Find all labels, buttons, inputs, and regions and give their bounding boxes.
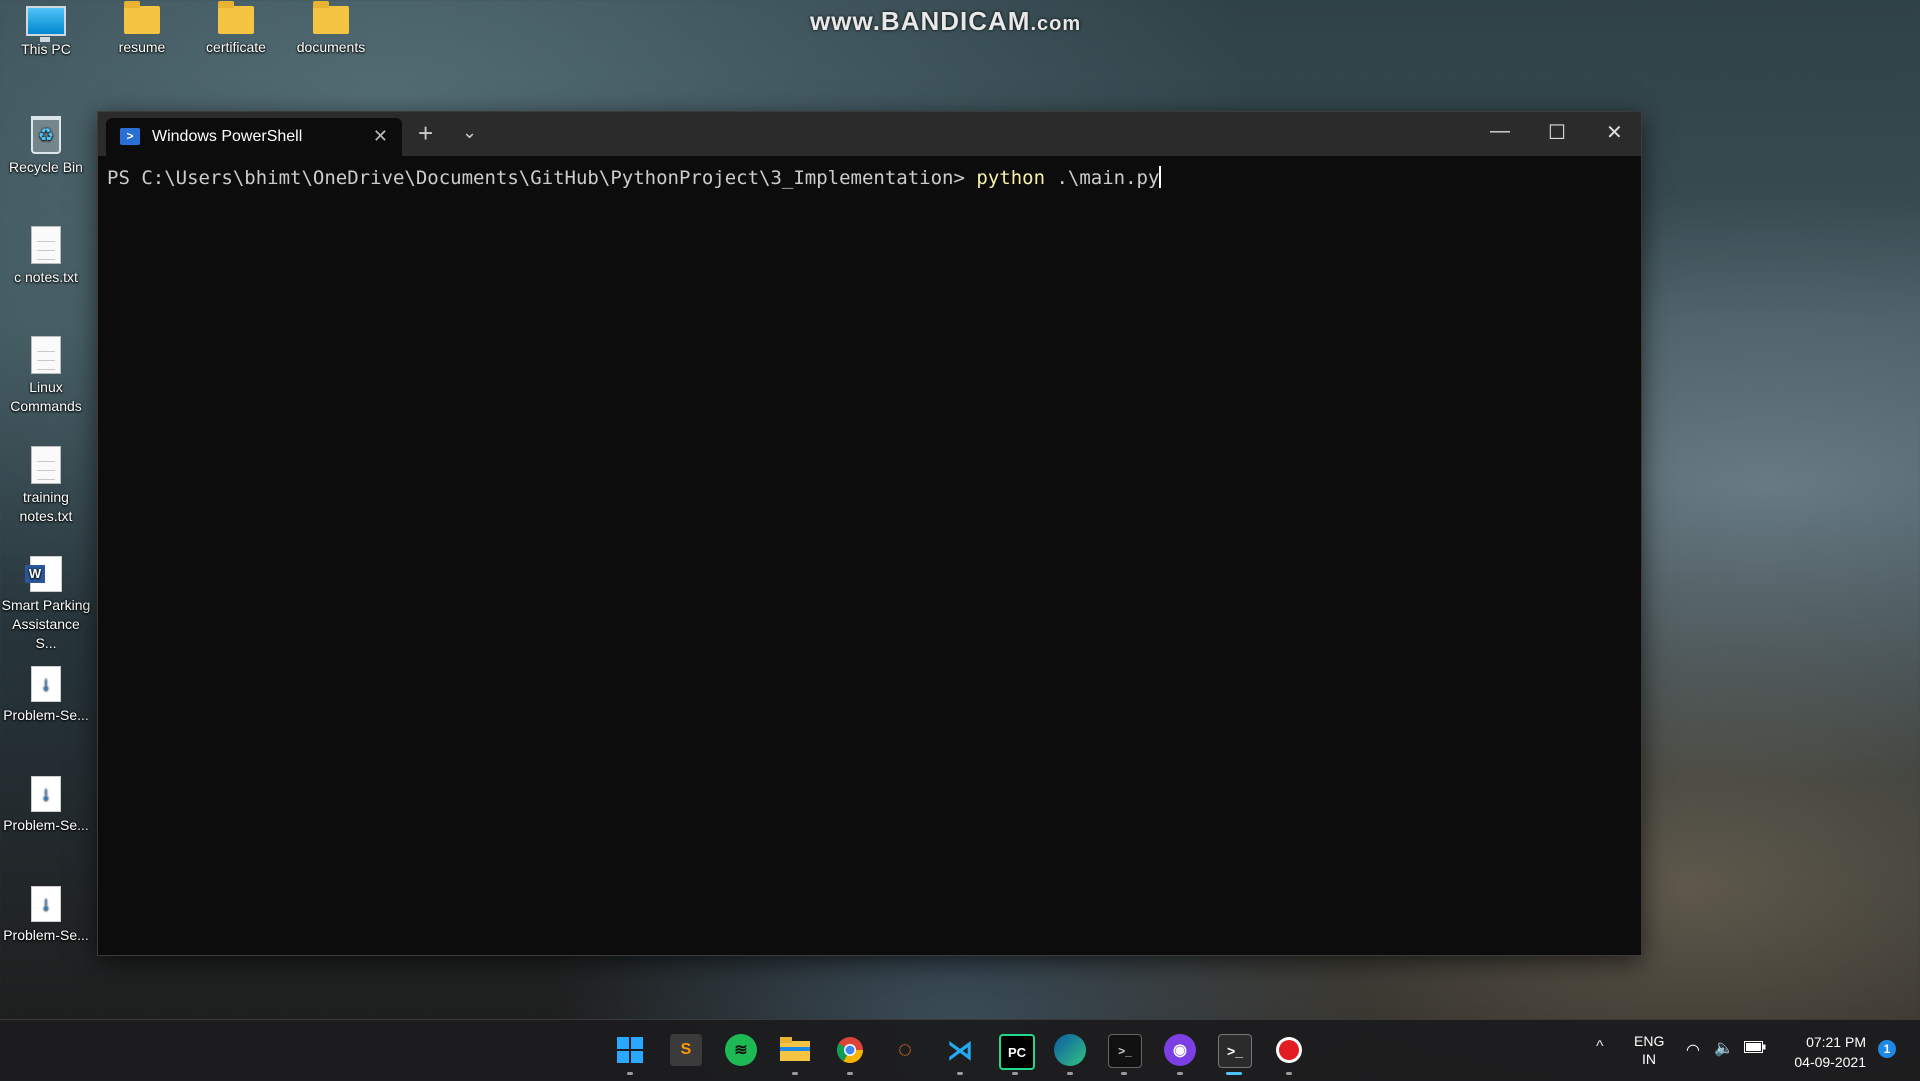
watermark-main: www.BANDICAM bbox=[810, 6, 1031, 36]
running-indicator bbox=[627, 1072, 633, 1075]
running-indicator bbox=[1067, 1072, 1073, 1075]
spotify-icon[interactable]: ≋ bbox=[725, 1034, 757, 1066]
bandicam-watermark: www.BANDICAM.com bbox=[810, 6, 1081, 37]
desktop-icon-c-notes[interactable]: c notes.txt bbox=[0, 226, 92, 287]
desktop-icon-label: Problem-Se... bbox=[3, 817, 89, 833]
desktop-icon-resume[interactable]: resume bbox=[96, 1, 188, 57]
wifi-icon[interactable]: ◠ bbox=[1686, 1040, 1700, 1060]
desktop-icon-label: Recycle Bin bbox=[9, 159, 83, 175]
folder-icon bbox=[218, 1, 254, 34]
github-desktop-icon[interactable]: ◉ bbox=[1164, 1034, 1196, 1066]
clock-date: 04-09-2021 bbox=[1794, 1054, 1866, 1070]
monitor-icon bbox=[26, 6, 66, 42]
desktop-icon-training-notes[interactable]: training notes.txt bbox=[0, 446, 92, 526]
powershell-icon: > bbox=[120, 128, 140, 145]
windows-start-icon[interactable] bbox=[614, 1034, 646, 1066]
file-explorer-icon[interactable] bbox=[779, 1034, 811, 1066]
running-indicator bbox=[1177, 1072, 1183, 1075]
desktop-icon-label: Smart Parking Assistance S... bbox=[1, 597, 91, 651]
running-indicator bbox=[957, 1072, 963, 1075]
watermark-suffix: .com bbox=[1030, 13, 1082, 35]
desktop-icon-label: resume bbox=[118, 39, 166, 55]
text-file-icon bbox=[31, 446, 61, 484]
desktop-icon-label: documents bbox=[296, 39, 366, 55]
language-indicator[interactable]: ENG IN bbox=[1634, 1032, 1664, 1068]
jupyter-icon[interactable]: ◌ bbox=[889, 1034, 921, 1066]
folder-icon bbox=[313, 1, 349, 34]
running-indicator bbox=[847, 1072, 853, 1075]
desktop-icon-label: certificate bbox=[206, 39, 266, 55]
download-file-icon: ↓ bbox=[31, 886, 61, 922]
text-cursor bbox=[1159, 166, 1162, 188]
desktop-icon-certificate[interactable]: certificate bbox=[190, 1, 282, 57]
window-titlebar[interactable]: > Windows PowerShell ✕ + ⌄ — ☐ ✕ bbox=[98, 112, 1641, 156]
close-button[interactable]: ✕ bbox=[1606, 120, 1623, 145]
desktop-icon-label: c notes.txt bbox=[14, 269, 78, 285]
minimize-button[interactable]: — bbox=[1490, 120, 1510, 143]
language-code: ENG bbox=[1634, 1033, 1665, 1049]
edge-icon[interactable] bbox=[1054, 1034, 1086, 1066]
notification-icon[interactable]: 1 bbox=[1878, 1040, 1896, 1058]
active-app-indicator bbox=[1226, 1072, 1242, 1075]
desktop-icon-label: training notes.txt bbox=[19, 489, 73, 524]
volume-icon[interactable]: 🔈 bbox=[1714, 1038, 1734, 1058]
pycharm-icon[interactable]: PC bbox=[999, 1034, 1035, 1070]
command-prompt-icon[interactable]: >_ bbox=[1108, 1034, 1142, 1068]
desktop-icon-smart-parking[interactable]: W Smart Parking Assistance S... bbox=[0, 556, 92, 653]
desktop-icon-documents[interactable]: documents bbox=[285, 1, 377, 57]
word-document-icon: W bbox=[25, 556, 62, 592]
text-file-icon bbox=[31, 226, 61, 264]
new-tab-button[interactable]: + bbox=[418, 118, 433, 149]
terminal-output[interactable]: PS C:\Users\bhimt\OneDrive\Documents\Git… bbox=[107, 166, 1162, 189]
desktop-icon-this-pc[interactable]: This PC bbox=[0, 6, 92, 59]
folder-icon bbox=[124, 1, 160, 34]
windows-terminal-icon[interactable]: >_ bbox=[1218, 1034, 1252, 1068]
running-indicator bbox=[1012, 1072, 1018, 1075]
powershell-window[interactable]: > Windows PowerShell ✕ + ⌄ — ☐ ✕ PS C:\U… bbox=[97, 111, 1642, 956]
desktop-icon-problem-3[interactable]: ↓ Problem-Se... bbox=[0, 886, 92, 945]
desktop-icon-recycle-bin[interactable]: ♻ Recycle Bin bbox=[0, 116, 92, 177]
vscode-icon[interactable]: ⋊ bbox=[944, 1034, 976, 1066]
tab-close-icon[interactable]: ✕ bbox=[373, 126, 388, 147]
taskbar: S ≋ ◌ ⋊ PC >_ ◉ >_ ^ ENG IN ◠ 🔈 07:21 PM… bbox=[0, 1019, 1920, 1081]
language-region: IN bbox=[1642, 1051, 1656, 1067]
clock-time: 07:21 PM bbox=[1806, 1034, 1866, 1050]
desktop-icon-problem-2[interactable]: ↓ Problem-Se... bbox=[0, 776, 92, 835]
chrome-icon[interactable] bbox=[834, 1034, 866, 1066]
terminal-args: .\main.py bbox=[1045, 167, 1160, 189]
terminal-prompt: PS C:\Users\bhimt\OneDrive\Documents\Git… bbox=[107, 167, 977, 189]
desktop-icon-problem-1[interactable]: ↓ Problem-Se... bbox=[0, 666, 92, 725]
desktop-icon-linux-commands[interactable]: Linux Commands bbox=[0, 336, 92, 416]
maximize-button[interactable]: ☐ bbox=[1548, 120, 1566, 145]
terminal-command: python bbox=[976, 167, 1046, 189]
tab-windows-powershell[interactable]: > Windows PowerShell ✕ bbox=[106, 118, 402, 156]
download-file-icon: ↓ bbox=[31, 666, 61, 702]
desktop-icon-label: Linux Commands bbox=[10, 379, 82, 414]
desktop-icon-label: Problem-Se... bbox=[3, 927, 89, 943]
download-file-icon: ↓ bbox=[31, 776, 61, 812]
clock[interactable]: 07:21 PM 04-09-2021 bbox=[1784, 1032, 1866, 1072]
text-file-icon bbox=[31, 336, 61, 374]
bandicam-record-icon[interactable] bbox=[1273, 1034, 1305, 1066]
battery-icon[interactable] bbox=[1744, 1040, 1766, 1056]
running-indicator bbox=[1286, 1072, 1292, 1075]
desktop-icon-label: This PC bbox=[21, 41, 71, 57]
running-indicator bbox=[1121, 1072, 1127, 1075]
tray-overflow-chevron[interactable]: ^ bbox=[1596, 1038, 1604, 1056]
tab-title: Windows PowerShell bbox=[152, 128, 303, 145]
recycle-bin-icon: ♻ bbox=[31, 116, 61, 154]
running-indicator bbox=[792, 1072, 798, 1075]
desktop-icon-label: Problem-Se... bbox=[3, 707, 89, 723]
sublime-text-icon[interactable]: S bbox=[670, 1034, 702, 1066]
tab-dropdown-button[interactable]: ⌄ bbox=[462, 122, 477, 143]
